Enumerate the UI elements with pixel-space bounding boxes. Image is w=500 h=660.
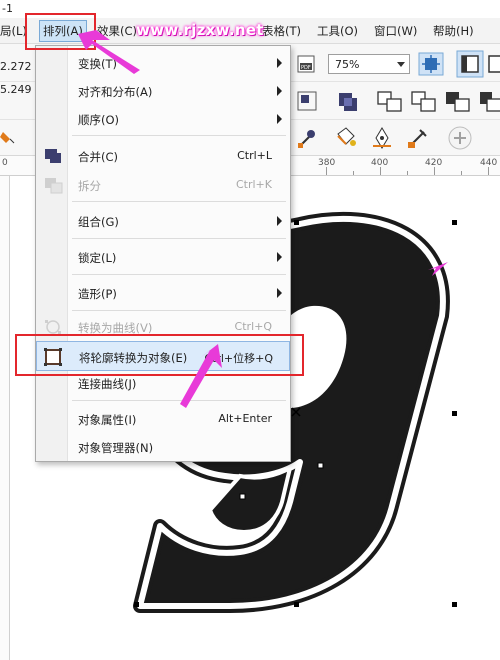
arrow-to-item-icon [180, 344, 222, 408]
arrow-to-outline-icon [428, 262, 448, 276]
arrow-to-menu-icon [78, 30, 140, 74]
annotation-arrows [78, 30, 448, 408]
app-window: -1 局(L) 排列(A) 效果(C) 表格(T) 工具(O) 窗口(W) 帮助… [0, 0, 500, 660]
